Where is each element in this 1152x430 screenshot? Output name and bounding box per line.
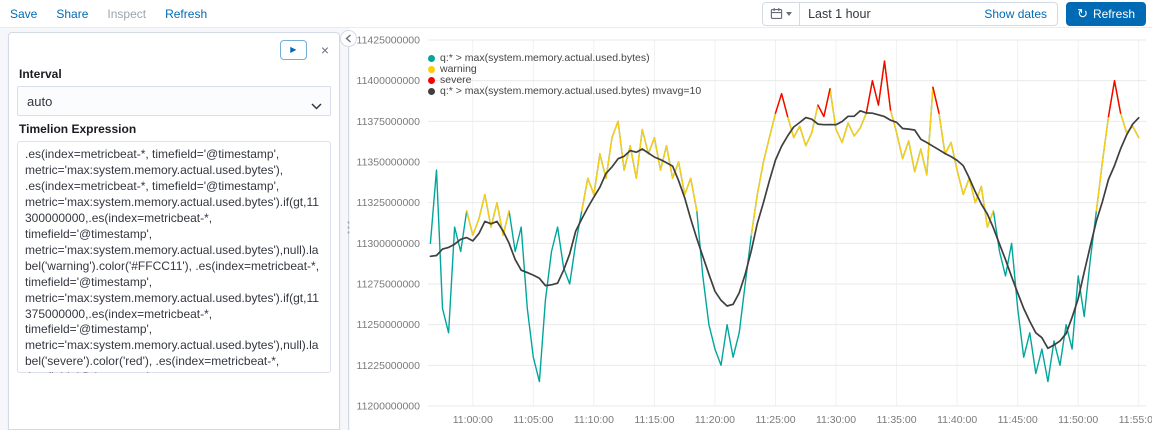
svg-text:11:20:00: 11:20:00 — [695, 414, 735, 426]
share-button[interactable]: Share — [56, 7, 88, 21]
svg-text:11:55:00: 11:55:00 — [1119, 414, 1152, 426]
svg-text:11225000000: 11225000000 — [357, 360, 421, 372]
interval-label: Interval — [19, 67, 62, 81]
play-icon: ▶ — [290, 45, 297, 54]
series-color-dot — [428, 55, 435, 62]
run-expression-button[interactable]: ▶ — [279, 40, 307, 60]
calendar-icon — [770, 7, 783, 20]
svg-text:11:00:00: 11:00:00 — [453, 414, 493, 426]
expression-label: Timelion Expression — [19, 122, 137, 136]
chart-legend: q:* > max(system.memory.actual.used.byte… — [428, 53, 701, 97]
svg-text:11300000000: 11300000000 — [357, 238, 421, 250]
refresh-button-label: Refresh — [1092, 6, 1135, 21]
svg-text:11:50:00: 11:50:00 — [1058, 414, 1098, 426]
svg-text:11:25:00: 11:25:00 — [755, 414, 795, 426]
editor-panel-header: ▶ × — [17, 39, 331, 61]
quick-select-button[interactable] — [763, 2, 801, 25]
series-color-dot — [428, 77, 435, 84]
svg-text:11:15:00: 11:15:00 — [634, 414, 674, 426]
interval-select[interactable]: auto — [17, 86, 331, 116]
refresh-icon: ↻ — [1077, 6, 1088, 21]
svg-text:11325000000: 11325000000 — [357, 197, 421, 209]
chevron-down-icon — [786, 11, 793, 16]
series-color-dot — [428, 88, 435, 95]
top-nav-menu: Save Share Inspect Refresh — [10, 7, 207, 21]
svg-text:11:05:00: 11:05:00 — [513, 414, 553, 426]
save-button[interactable]: Save — [10, 7, 37, 21]
svg-text:11200000000: 11200000000 — [357, 401, 421, 413]
timelion-expression-input[interactable]: .es(index=metricbeat-*, timefield='@time… — [17, 141, 331, 373]
timelion-editor-panel: ▶ × Interval auto Timelion Expression .e… — [8, 32, 340, 430]
svg-text:11:35:00: 11:35:00 — [877, 414, 917, 426]
interval-value: auto — [27, 93, 53, 109]
svg-text:11275000000: 11275000000 — [357, 279, 421, 291]
svg-text:11375000000: 11375000000 — [357, 116, 421, 128]
close-icon: × — [320, 42, 329, 58]
svg-text:11350000000: 11350000000 — [357, 157, 421, 169]
svg-text:11400000000: 11400000000 — [357, 75, 421, 87]
date-range-display[interactable]: Last 1 hour — [800, 7, 974, 21]
refresh-query-button[interactable]: ↻ Refresh — [1066, 1, 1146, 26]
svg-text:11:30:00: 11:30:00 — [816, 414, 856, 426]
top-bar: Save Share Inspect Refresh Last 1 hour S — [0, 0, 1152, 28]
legend-label: q:* > max(system.memory.actual.used.byte… — [440, 85, 702, 97]
series-color-dot — [428, 66, 435, 73]
inspect-button[interactable]: Inspect — [107, 7, 146, 21]
chevron-down-icon — [311, 98, 322, 113]
svg-text:11:40:00: 11:40:00 — [937, 414, 977, 426]
refresh-menu-button[interactable]: Refresh — [165, 7, 207, 21]
chevron-left-icon — [345, 34, 352, 43]
svg-text:11425000000: 11425000000 — [357, 35, 421, 47]
resize-handle-icon[interactable]: ⋮ — [341, 220, 356, 235]
collapse-panel-button[interactable] — [340, 30, 357, 47]
show-dates-button[interactable]: Show dates — [974, 7, 1057, 21]
timelion-app: Save Share Inspect Refresh Last 1 hour S — [0, 0, 1152, 430]
super-date-picker: Last 1 hour Show dates — [762, 1, 1059, 26]
legend-item: q:* > max(system.memory.actual.used.byte… — [428, 86, 701, 97]
svg-text:11250000000: 11250000000 — [357, 319, 421, 331]
svg-text:11:10:00: 11:10:00 — [574, 414, 614, 426]
chart-panel: 11:00:00 11:05:00 11:10:00 11:15:00 11:20:00… — [350, 28, 1152, 430]
close-editor-button[interactable]: × — [319, 43, 331, 57]
svg-text:11:45:00: 11:45:00 — [998, 414, 1038, 426]
